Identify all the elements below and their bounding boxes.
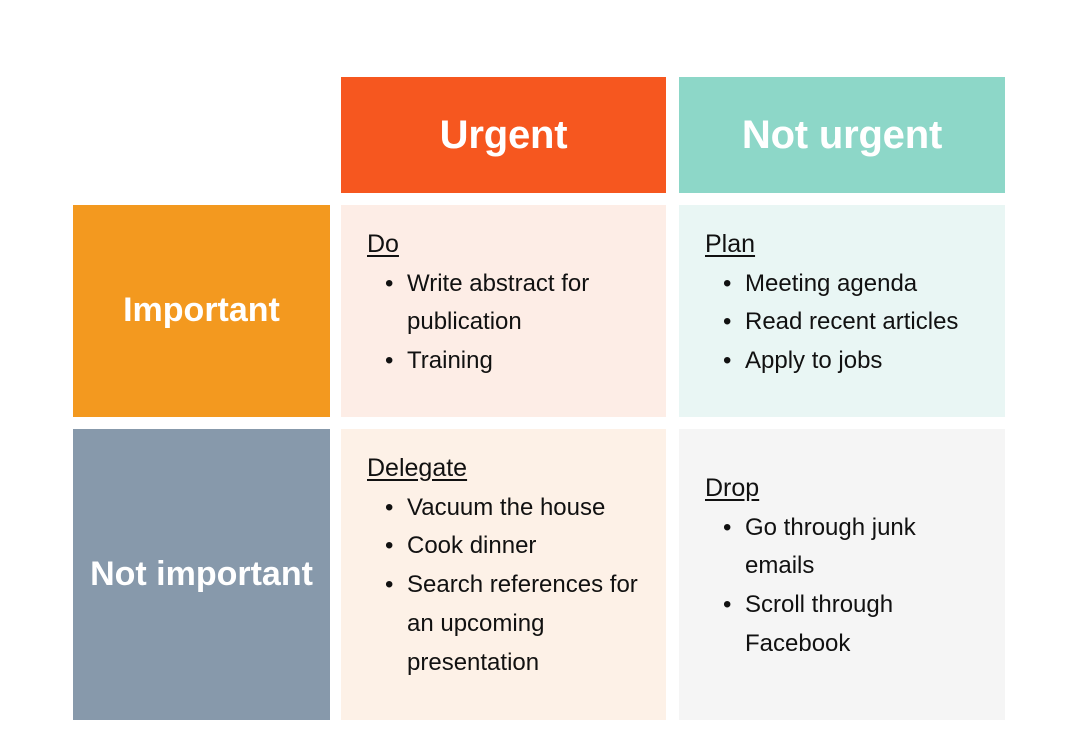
task-item-label: Cook dinner [407,532,537,560]
task-item: • Read recent articles [723,303,991,342]
bullet-icon: • [385,571,394,599]
bullet-icon: • [723,591,732,619]
bullet-icon: • [723,308,732,336]
quadrant-delegate-task-list: • Vacuum the house • Cook dinner • Search ref… [367,489,652,683]
task-item-label: Write abstract for publication [407,269,590,336]
quadrant-delegate-title: Delegate [367,454,468,482]
quadrant-delegate: Delegate • Vacuum the house • Cook dinner • S… [341,429,666,720]
task-item: • Meeting agenda [723,265,991,304]
quadrant-do-task-list: • Write abstract for publication • Training [367,265,652,382]
column-header-not-urgent-label: Not urgent [741,112,943,157]
column-header-urgent: Urgent [341,77,666,193]
quadrant-do-title: Do [367,230,399,258]
task-item: • Cook dinner [385,527,652,566]
task-item-label: Scroll through Facebook [745,591,894,658]
column-header-urgent-label: Urgent [439,112,568,157]
task-item-label: Search references for an upcoming presen… [407,571,638,676]
row-header-not-important-label: Not important [90,554,313,593]
quadrant-do: Do • Write abstract for publication • Train… [341,205,666,417]
task-item-label: Apply to jobs [745,347,883,375]
quadrant-drop-title: Drop [705,474,760,502]
task-item-label: Go through junk emails [745,513,916,580]
bullet-icon: • [385,269,394,297]
quadrant-drop: Drop • Go through junk emails • Scroll thro… [679,429,1005,720]
bullet-icon: • [723,347,732,375]
column-header-not-urgent: Not urgent [679,77,1005,193]
task-item: • Vacuum the house [385,489,652,528]
quadrant-plan-title: Plan [705,230,756,258]
eisenhower-matrix: Urgent Not urgent Important Not importan… [0,0,1080,750]
row-header-important: Important [73,205,330,417]
task-item: • Scroll through Facebook [723,586,991,664]
quadrant-plan-task-list: • Meeting agenda • Read recent articles • App… [705,265,991,382]
task-item: • Training [385,342,652,381]
task-item: • Go through junk emails [723,509,991,587]
bullet-icon: • [385,532,394,560]
bullet-icon: • [385,493,394,521]
task-item-label: Read recent articles [745,308,959,336]
task-item: • Apply to jobs [723,342,991,381]
quadrant-plan: Plan • Meeting agenda • Read recent article… [679,205,1005,417]
bullet-icon: • [723,269,732,297]
task-item-label: Training [407,347,493,375]
row-header-important-label: Important [123,291,280,330]
task-item: • Write abstract for publication [385,265,652,343]
task-item-label: Meeting agenda [745,269,918,297]
task-item-label: Vacuum the house [407,493,606,521]
quadrant-drop-task-list: • Go through junk emails • Scroll through F… [705,509,991,665]
bullet-icon: • [385,347,394,375]
task-item: • Search references for an upcoming prese… [385,566,652,683]
bullet-icon: • [723,513,732,541]
row-header-not-important: Not important [73,429,330,720]
